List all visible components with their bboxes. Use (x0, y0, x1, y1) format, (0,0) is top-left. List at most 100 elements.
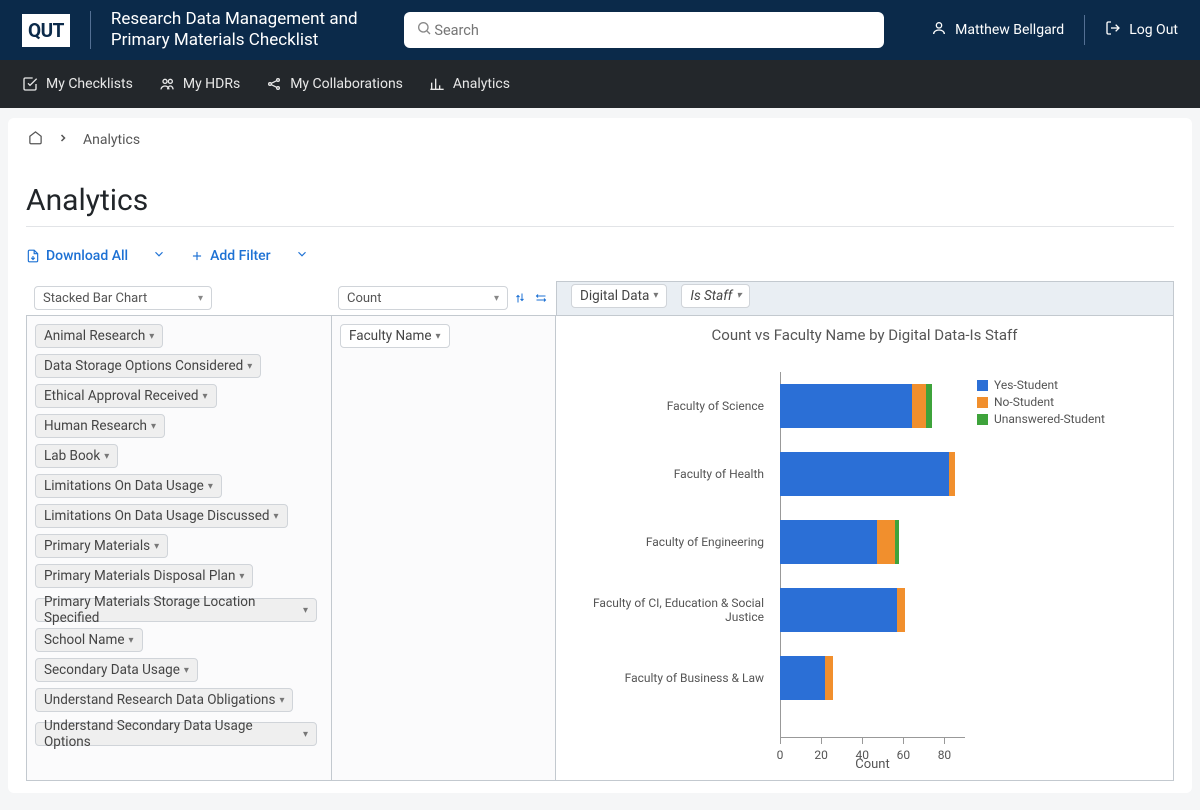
nav-my-checklists[interactable]: My Checklists (22, 76, 133, 92)
user-name: Matthew Bellgard (955, 22, 1064, 38)
tag-label: Animal Research (44, 328, 145, 344)
chevron-down-icon: ▾ (247, 361, 252, 372)
search-input[interactable] (432, 21, 872, 40)
chevron-down-icon (152, 247, 166, 261)
nav-my-collaborations[interactable]: My Collaborations (266, 76, 403, 92)
tag-label: Primary Materials (44, 538, 150, 554)
breadcrumb-bar: Analytics (8, 118, 1192, 161)
field-tag[interactable]: Human Research▾ (35, 414, 165, 438)
aggregate-value: Count (347, 291, 381, 306)
chart-plot-column: 020406080 Count Yes-StudentNo-StudentUna… (774, 354, 1165, 776)
chevron-down-icon: ▾ (154, 541, 159, 552)
field-tag[interactable]: Limitations On Data Usage Discussed▾ (35, 504, 288, 528)
user-menu[interactable]: Matthew Bellgard (931, 20, 1064, 40)
chart-panel: Count vs Faculty Name by Digital Data-Is… (556, 315, 1174, 781)
breadcrumb-current: Analytics (83, 132, 140, 148)
swap-vertical-icon[interactable] (514, 291, 526, 305)
chart-y-labels: Faculty of ScienceFaculty of HealthFacul… (560, 354, 768, 776)
tag-label: Primary Materials Disposal Plan (44, 568, 235, 584)
chevron-down-icon: ▾ (184, 665, 189, 676)
app-header: QUT Research Data Management and Primary… (0, 0, 1200, 60)
add-filter-button[interactable]: Add Filter (190, 248, 271, 264)
chart-plot-area: 020406080 (780, 372, 965, 738)
field-tag[interactable]: Animal Research▾ (35, 324, 163, 348)
chevron-down-icon: ▾ (653, 290, 658, 301)
nav-label: My Collaborations (290, 76, 403, 92)
nav-label: My Checklists (46, 76, 133, 92)
search-box[interactable] (404, 12, 884, 48)
nav-label: Analytics (453, 76, 510, 92)
nav-analytics[interactable]: Analytics (429, 76, 510, 92)
nav-my-hdrs[interactable]: My HDRs (159, 76, 240, 92)
chart-type-select[interactable]: Stacked Bar Chart▾ (34, 286, 212, 310)
chart-title: Count vs Faculty Name by Digital Data-Is… (556, 316, 1173, 350)
field-tag[interactable]: Limitations On Data Usage▾ (35, 474, 222, 498)
chart-category-label: Faculty of Engineering (560, 508, 768, 576)
breadcrumb: Analytics (8, 118, 1192, 161)
chart-x-axis-line (780, 737, 965, 738)
chart-bar (780, 452, 965, 496)
filter-menu-caret[interactable] (295, 247, 309, 265)
download-all-label: Download All (46, 248, 128, 264)
tag-label: Digital Data (580, 288, 649, 304)
chevron-down-icon (295, 247, 309, 261)
chevron-down-icon: ▾ (239, 571, 244, 582)
chart-category-label: Faculty of Health (560, 440, 768, 508)
chart-category-label: Faculty of Business & Law (560, 644, 768, 712)
dimension-tag-is-staff[interactable]: Is Staff▾ (681, 284, 750, 308)
field-tag[interactable]: Understand Research Data Obligations▾ (35, 688, 293, 712)
available-fields-column: Animal Research▾Data Storage Options Con… (26, 315, 332, 781)
dimension-cell: Digital Data ▾ Is Staff▾ (556, 281, 1174, 315)
field-tag[interactable]: Primary Materials Storage Location Speci… (35, 598, 317, 622)
chevron-down-icon: ▾ (303, 605, 308, 616)
tag-label: Limitations On Data Usage Discussed (44, 508, 270, 524)
logout-button[interactable]: Log Out (1105, 20, 1178, 40)
divider (26, 226, 1174, 227)
field-tag[interactable]: Primary Materials ▾ (35, 534, 168, 558)
chart-category-label: Faculty of CI, Education & Social Justic… (560, 576, 768, 644)
field-tag[interactable]: Secondary Data Usage▾ (35, 658, 198, 682)
chart-bar (780, 384, 965, 428)
nav-label: My HDRs (183, 76, 240, 92)
chart-bar-segment (897, 588, 905, 632)
chart-category-label: Faculty of Science (560, 372, 768, 440)
dimension-tag-digital-data[interactable]: Digital Data ▾ (571, 284, 667, 308)
logout-label: Log Out (1129, 22, 1178, 38)
field-tag[interactable]: School Name▾ (35, 628, 143, 652)
share-icon (266, 76, 282, 92)
chart-bar-segment (877, 520, 896, 564)
field-tag[interactable]: Primary Materials Disposal Plan ▾ (35, 564, 253, 588)
field-tag[interactable]: Understand Secondary Data Usage Options▾ (35, 722, 317, 746)
download-all-button[interactable]: Download All (26, 248, 128, 264)
chevron-down-icon: ▾ (279, 695, 284, 706)
swap-horizontal-icon[interactable] (534, 292, 548, 304)
plus-icon (190, 249, 204, 263)
chart-area: Faculty of ScienceFaculty of HealthFacul… (556, 350, 1173, 780)
legend-swatch (977, 397, 988, 408)
page-title: Analytics (26, 183, 1174, 218)
tag-label: Limitations On Data Usage (44, 478, 204, 494)
logout-icon (1105, 20, 1121, 40)
divider (1084, 15, 1085, 45)
aggregate-select[interactable]: Count▾ (338, 286, 508, 310)
legend-item: Yes-Student (977, 378, 1157, 392)
user-icon (931, 20, 947, 40)
chart-x-axis-label: Count (780, 757, 965, 772)
tag-label: Lab Book (44, 448, 100, 464)
chart-bar (780, 520, 965, 564)
row-field-tag[interactable]: Faculty Name▾ (340, 324, 450, 348)
chevron-down-icon: ▾ (104, 451, 109, 462)
download-menu-caret[interactable] (152, 247, 166, 265)
field-tag[interactable]: Lab Book ▾ (35, 444, 118, 468)
chevron-down-icon: ▾ (203, 391, 208, 402)
tag-label: Understand Secondary Data Usage Options (44, 718, 299, 750)
app-title-line1: Research Data Management and (111, 9, 358, 29)
chevron-down-icon: ▾ (303, 729, 308, 740)
field-tag[interactable]: Data Storage Options Considered▾ (35, 354, 261, 378)
field-tag[interactable]: Ethical Approval Received▾ (35, 384, 217, 408)
chevron-down-icon: ▾ (129, 635, 134, 646)
chevron-down-icon: ▾ (436, 331, 441, 342)
chart-bar (780, 656, 965, 700)
home-icon[interactable] (28, 130, 43, 149)
chart-bar-segment (780, 452, 949, 496)
